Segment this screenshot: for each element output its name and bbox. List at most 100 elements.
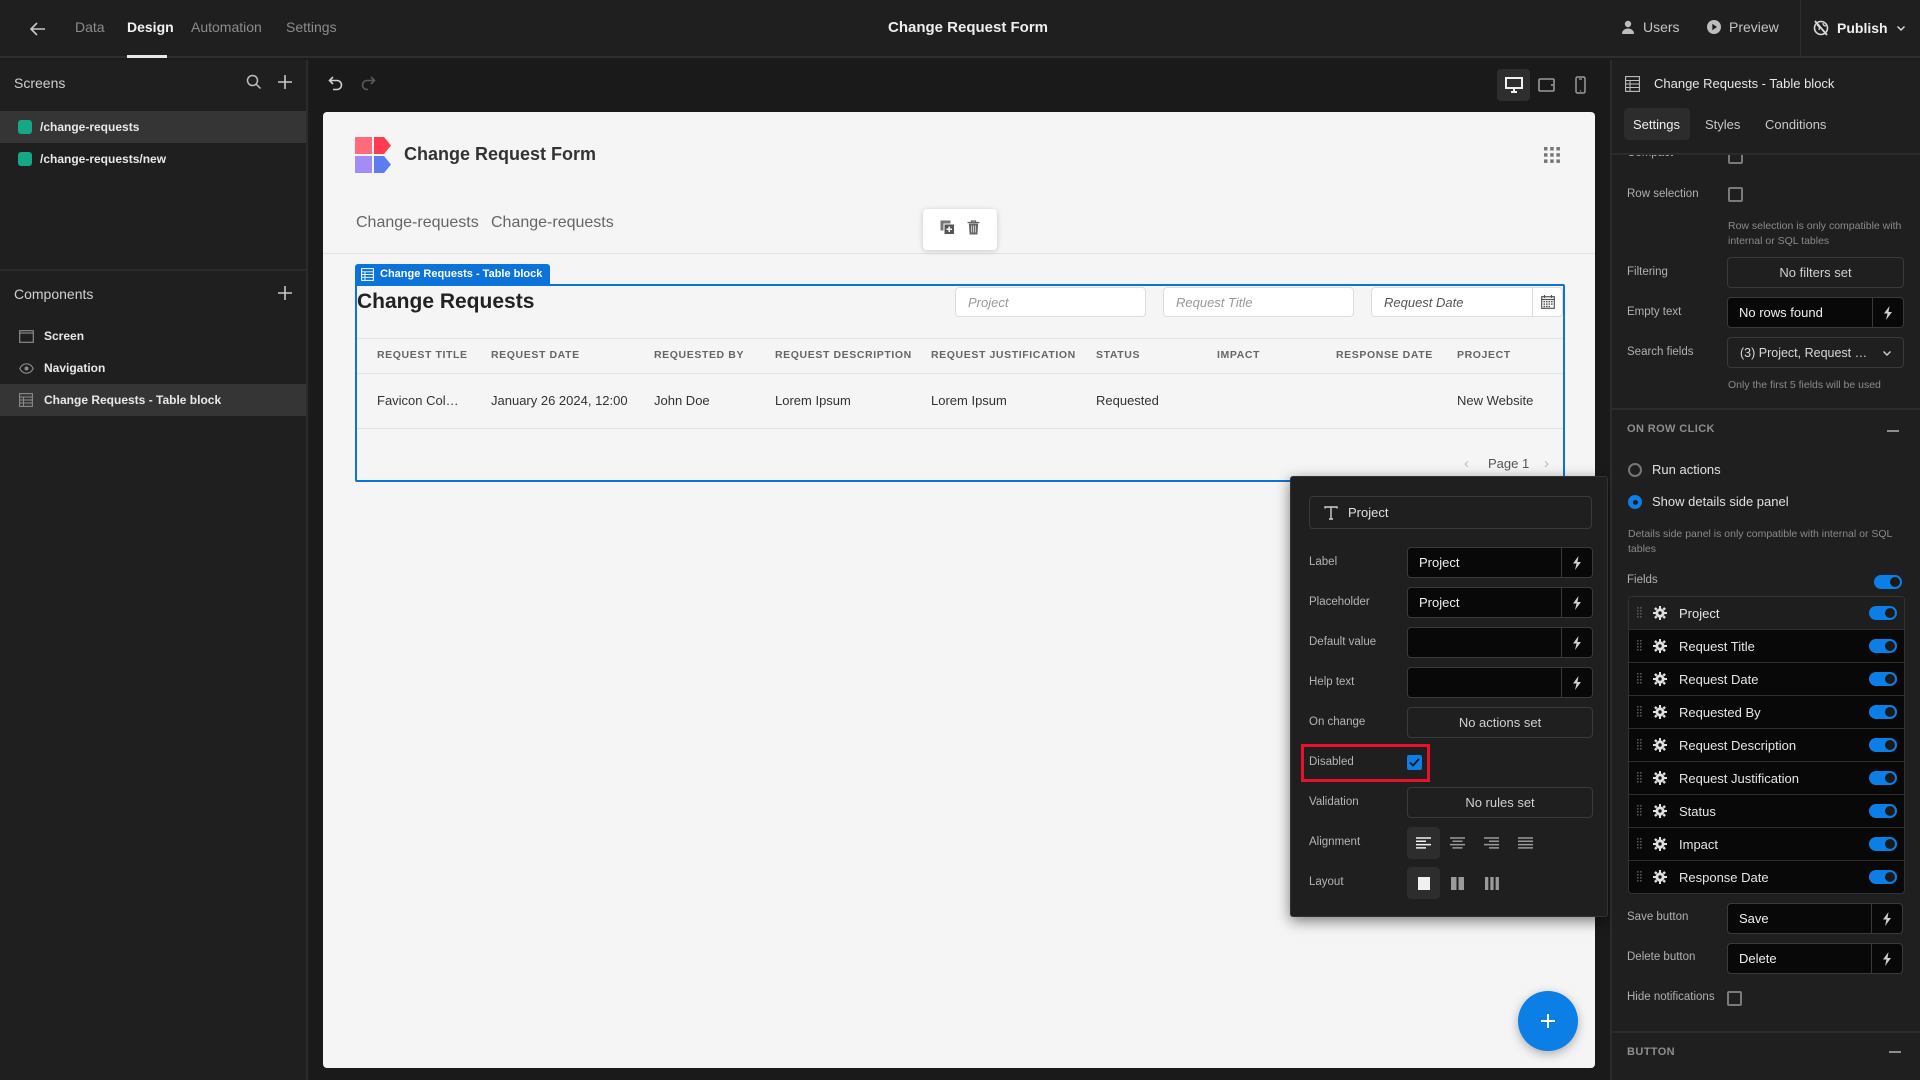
add-fab-button[interactable] <box>1518 991 1578 1051</box>
column-header[interactable]: REQUEST JUSTIFICATION <box>931 349 1076 361</box>
tab-conditions[interactable]: Conditions <box>1765 117 1826 132</box>
tab-styles[interactable]: Styles <box>1705 117 1740 132</box>
field-row[interactable]: Project <box>1629 597 1904 630</box>
disabled-checkbox[interactable] <box>1407 755 1422 770</box>
gear-icon[interactable] <box>1653 606 1667 620</box>
calendar-button[interactable] <box>1532 288 1562 316</box>
field-visibility-toggle[interactable] <box>1869 804 1897 818</box>
gear-icon[interactable] <box>1653 771 1667 785</box>
align-right-button[interactable] <box>1475 827 1508 859</box>
screen-item-change-requests[interactable]: /change-requests <box>0 111 306 143</box>
default-value-input[interactable] <box>1407 627 1593 658</box>
field-type-selector[interactable]: Project <box>1309 496 1592 529</box>
binding-button[interactable] <box>1871 904 1902 933</box>
component-item-table-block[interactable]: Change Requests - Table block <box>0 384 306 416</box>
gear-icon[interactable] <box>1653 837 1667 851</box>
drag-handle-icon[interactable] <box>1637 606 1643 621</box>
undo-button[interactable] <box>326 73 346 93</box>
app-nav-link[interactable]: Change-requests <box>356 214 479 232</box>
drag-handle-icon[interactable] <box>1637 639 1643 654</box>
app-nav-link[interactable]: Change-requests <box>491 214 614 232</box>
gear-icon[interactable] <box>1653 804 1667 818</box>
field-visibility-toggle[interactable] <box>1869 771 1897 785</box>
layout-single-button[interactable] <box>1407 867 1440 899</box>
column-header[interactable]: REQUESTED BY <box>654 349 744 361</box>
binding-button[interactable] <box>1561 628 1592 657</box>
align-center-button[interactable] <box>1441 827 1474 859</box>
publish-button[interactable]: Publish <box>1812 19 1907 37</box>
save-button-input[interactable]: Save <box>1727 903 1903 934</box>
field-row[interactable]: Response Date <box>1629 861 1904 893</box>
field-row[interactable]: Request Date <box>1629 663 1904 696</box>
column-header[interactable]: REQUEST DATE <box>491 349 580 361</box>
field-visibility-toggle[interactable] <box>1869 639 1897 653</box>
filtering-button[interactable]: No filters set <box>1727 257 1904 288</box>
field-visibility-toggle[interactable] <box>1869 606 1897 620</box>
drag-handle-icon[interactable] <box>1637 837 1643 852</box>
column-header[interactable]: IMPACT <box>1217 349 1260 361</box>
drag-handle-icon[interactable] <box>1637 804 1643 819</box>
binding-button[interactable] <box>1561 548 1592 577</box>
binding-button[interactable] <box>1872 298 1903 327</box>
binding-button[interactable] <box>1871 944 1902 973</box>
layout-double-button[interactable] <box>1441 867 1474 899</box>
label-input[interactable]: Project <box>1407 547 1593 578</box>
drag-handle-icon[interactable] <box>1637 738 1643 753</box>
show-details-radio[interactable] <box>1628 495 1642 509</box>
row-selection-checkbox[interactable] <box>1728 187 1743 202</box>
run-actions-radio[interactable] <box>1628 463 1642 477</box>
tab-settings-panel[interactable]: Settings <box>1633 117 1680 132</box>
search-fields-select[interactable]: (3) Project, Request … <box>1727 337 1904 368</box>
field-visibility-toggle[interactable] <box>1869 870 1897 884</box>
redo-button[interactable] <box>358 73 378 93</box>
component-item-navigation[interactable]: Navigation <box>0 352 306 384</box>
preview-button[interactable]: Preview <box>1706 19 1779 35</box>
search-request-title-input[interactable]: Request Title <box>1163 287 1354 317</box>
collapse-section-button[interactable] <box>1889 1051 1901 1053</box>
component-item-screen[interactable]: Screen <box>0 320 306 352</box>
help-text-input[interactable] <box>1407 667 1593 698</box>
screen-item-change-requests-new[interactable]: /change-requests/new <box>0 143 306 175</box>
empty-text-input[interactable]: No rows found <box>1727 297 1904 328</box>
layout-triple-button[interactable] <box>1475 867 1508 899</box>
column-header[interactable]: PROJECT <box>1457 349 1511 361</box>
field-visibility-toggle[interactable] <box>1869 738 1897 752</box>
align-justify-button[interactable] <box>1509 827 1542 859</box>
drag-handle-icon[interactable] <box>1637 870 1643 885</box>
field-row[interactable]: Request Title <box>1629 630 1904 663</box>
align-left-button[interactable] <box>1407 827 1440 859</box>
collapse-section-button[interactable] <box>1887 430 1899 432</box>
duplicate-button[interactable] <box>940 220 955 240</box>
drag-handle-icon[interactable] <box>1637 705 1643 720</box>
compact-checkbox[interactable] <box>1728 155 1743 164</box>
column-header[interactable]: STATUS <box>1096 349 1140 361</box>
device-desktop-button[interactable] <box>1497 69 1530 101</box>
prev-page-button[interactable]: ‹ <box>1464 455 1469 472</box>
delete-component-button[interactable] <box>967 219 980 240</box>
binding-button[interactable] <box>1561 588 1592 617</box>
gear-icon[interactable] <box>1653 870 1667 884</box>
placeholder-input[interactable]: Project <box>1407 587 1593 618</box>
field-row[interactable]: Request Justification <box>1629 762 1904 795</box>
gear-icon[interactable] <box>1653 672 1667 686</box>
search-screens-button[interactable] <box>245 73 263 91</box>
search-request-date-input[interactable]: Request Date <box>1371 287 1563 317</box>
drag-handle-icon[interactable] <box>1637 771 1643 786</box>
column-header[interactable]: REQUEST TITLE <box>377 349 468 361</box>
binding-button[interactable] <box>1561 668 1592 697</box>
device-mobile-button[interactable] <box>1564 69 1597 101</box>
search-project-input[interactable]: Project <box>955 287 1146 317</box>
drag-handle-icon[interactable] <box>1637 672 1643 687</box>
device-tablet-button[interactable] <box>1530 69 1563 101</box>
field-row[interactable]: Status <box>1629 795 1904 828</box>
users-button[interactable]: Users <box>1620 19 1680 35</box>
field-visibility-toggle[interactable] <box>1869 672 1897 686</box>
app-menu-button[interactable] <box>1543 146 1561 164</box>
gear-icon[interactable] <box>1653 639 1667 653</box>
selected-block-tag[interactable]: Change Requests - Table block <box>355 264 551 284</box>
field-row[interactable]: Requested By <box>1629 696 1904 729</box>
field-visibility-toggle[interactable] <box>1869 705 1897 719</box>
next-page-button[interactable]: › <box>1544 455 1549 472</box>
hide-notifications-checkbox[interactable] <box>1727 991 1742 1006</box>
gear-icon[interactable] <box>1653 705 1667 719</box>
